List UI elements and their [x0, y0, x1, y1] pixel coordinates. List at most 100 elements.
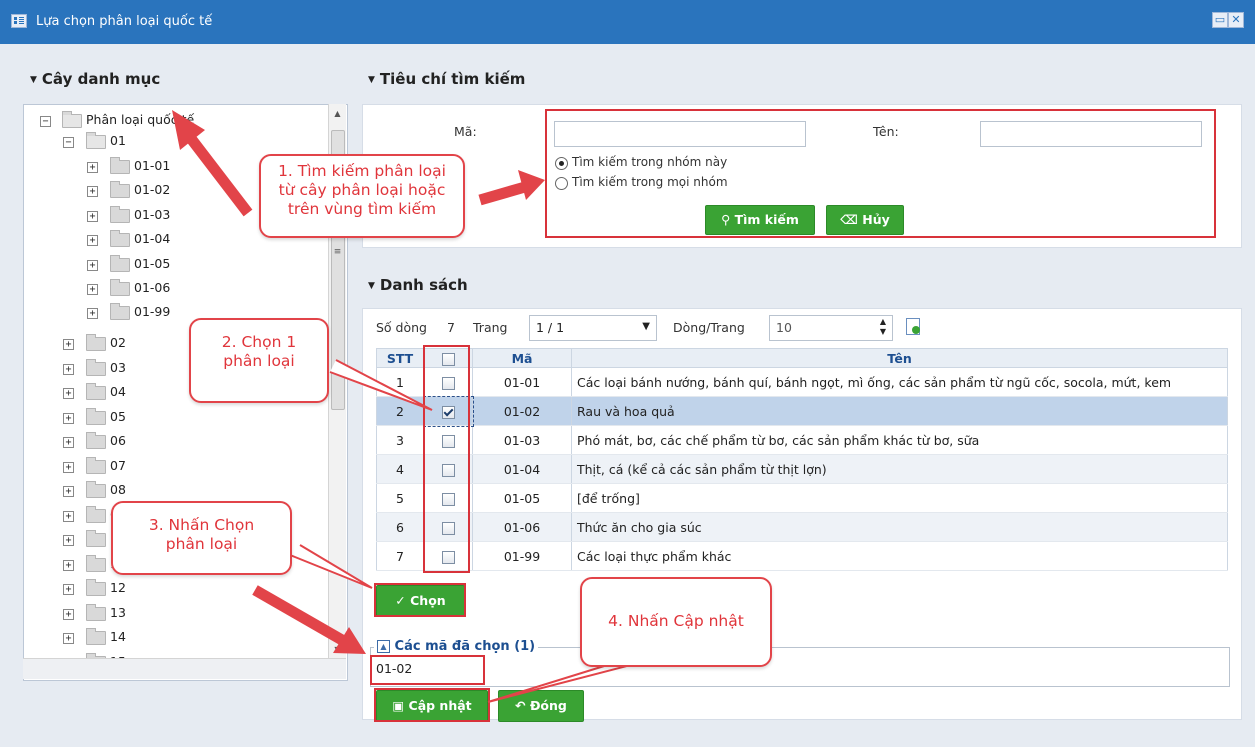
selected-codes-legend[interactable]: ▲ Các mã đã chọn (1): [374, 639, 539, 654]
tree-node-label: 01-99: [134, 304, 171, 320]
tree-node-label: 07: [110, 457, 126, 473]
selected-codes-legend-text: Các mã đã chọn (1): [394, 639, 536, 654]
table-row[interactable]: 6 01-06 Thức ăn cho gia súc: [376, 512, 1228, 542]
tree-node-label: 08: [110, 482, 126, 497]
highlight-selected-code: [370, 655, 485, 685]
cell-name: Thức ăn cho gia súc: [571, 512, 1228, 542]
tree-horizontal-scrollbar[interactable]: [23, 658, 346, 679]
annotation-step2: 2. Chọn 1 phân loại: [189, 318, 329, 403]
close-button[interactable]: ↶ Đóng: [498, 690, 584, 722]
highlight-checkbox-column: [423, 345, 470, 573]
cell-name: Các loại bánh nướng, bánh quí, bánh ngọt…: [571, 367, 1228, 397]
col-header-stt[interactable]: STT: [376, 348, 424, 368]
expand-node-icon[interactable]: +: [63, 486, 74, 497]
collapse-icon[interactable]: ▲: [377, 640, 390, 653]
table-row[interactable]: 1 01-01 Các loại bánh nướng, bánh quí, bán…: [376, 367, 1228, 397]
table-row[interactable]: 7 01-99 Các loại thực phẩm khác: [376, 541, 1228, 571]
annotation-step1-line2: từ cây phân loại hoặc: [278, 181, 446, 199]
scroll-up-icon[interactable]: ▲: [329, 106, 346, 122]
expand-node-icon[interactable]: +: [87, 162, 98, 173]
tree-header[interactable]: ▼ Cây danh mục: [30, 70, 160, 88]
expand-node-icon[interactable]: +: [87, 186, 98, 198]
folder-icon: [110, 181, 130, 199]
tree-node-label: 14: [110, 629, 126, 644]
expand-node-icon[interactable]: +: [63, 633, 74, 644]
collapse-node-icon[interactable]: −: [63, 137, 74, 148]
annotation-step1-line1: 1. Tìm kiếm phân loại: [278, 162, 446, 180]
folder-icon: [86, 579, 106, 596]
cell-stt: 7: [376, 541, 424, 571]
folder-icon: [86, 530, 106, 547]
folder-icon: [110, 303, 130, 321]
table-row[interactable]: 3 01-03 Phó mát, bơ, các chế phẩm từ bơ, c…: [376, 425, 1228, 455]
list-header[interactable]: ▼ Danh sách: [368, 276, 468, 294]
expand-node-icon[interactable]: +: [63, 535, 74, 546]
expand-node-icon[interactable]: +: [63, 559, 74, 571]
folder-icon: [86, 456, 106, 474]
expand-node-icon[interactable]: +: [87, 259, 98, 271]
tree-node-label: 01-04: [134, 231, 171, 247]
table-row[interactable]: 2 01-02 Rau và hoa quả: [376, 395, 1228, 427]
expand-node-icon[interactable]: +: [63, 608, 74, 620]
rows-count-value: 7: [447, 320, 455, 335]
tree-node-label: 06: [110, 433, 126, 448]
search-header[interactable]: ▼ Tiêu chí tìm kiếm: [368, 70, 525, 88]
folder-icon: [86, 383, 106, 400]
expand-node-icon[interactable]: +: [63, 584, 74, 595]
page-label: Trang: [473, 320, 508, 335]
folder-icon: [86, 432, 106, 449]
expand-node-icon[interactable]: +: [87, 235, 98, 247]
undo-icon: ↶: [515, 698, 530, 713]
expand-node-icon[interactable]: +: [63, 388, 74, 399]
annotation-step2-line1: 2. Chọn 1: [221, 333, 297, 351]
tree-node-label: 01-03: [134, 206, 171, 222]
annotation-step4: 4. Nhấn Cập nhật: [580, 577, 772, 667]
annotation-step1-line3: trên vùng tìm kiếm: [287, 200, 437, 218]
highlight-update-button: [374, 688, 490, 722]
cell-stt: 1: [376, 367, 424, 397]
expand-node-icon[interactable]: +: [63, 510, 74, 522]
category-table: STT Mã Tên 1 01-01 Các loại bánh nướng, bá…: [376, 348, 1228, 571]
col-header-name[interactable]: Tên: [571, 348, 1228, 368]
cell-name: [để trống]: [571, 483, 1228, 513]
expand-node-icon[interactable]: +: [63, 339, 74, 350]
tree-node-label: 04: [110, 384, 126, 399]
cell-name: Các loại thực phẩm khác: [571, 541, 1228, 571]
collapse-node-icon[interactable]: −: [40, 116, 51, 127]
expand-node-icon[interactable]: +: [63, 461, 74, 473]
cell-code: 01-02: [472, 396, 572, 426]
export-file-icon[interactable]: [906, 318, 920, 335]
restore-icon[interactable]: ▭: [1212, 12, 1228, 28]
tree-node-label: 01: [110, 133, 126, 148]
expand-node-icon[interactable]: +: [87, 210, 98, 222]
expand-node-icon[interactable]: +: [63, 363, 74, 375]
tree-node-label: 02: [110, 335, 126, 350]
cell-name: Rau và hoa quả: [571, 396, 1228, 426]
cell-stt: 5: [376, 483, 424, 513]
tree-node-label: 01-06: [134, 280, 171, 295]
table-row[interactable]: 5 01-05 [để trống]: [376, 483, 1228, 513]
expand-node-icon[interactable]: +: [63, 437, 74, 448]
cell-code: 01-04: [472, 454, 572, 484]
cell-code: 01-03: [472, 425, 572, 455]
close-icon[interactable]: ✕: [1228, 12, 1244, 28]
per-page-value: 10: [776, 320, 792, 335]
window-title: Lựa chọn phân loại quốc tế: [36, 14, 213, 29]
expand-node-icon[interactable]: +: [87, 308, 98, 320]
scroll-down-icon[interactable]: ▼: [329, 642, 346, 658]
annotation-step2-line2: phân loại: [223, 352, 295, 370]
folder-icon: [110, 254, 130, 272]
folder-icon: [86, 628, 106, 645]
expand-node-icon[interactable]: +: [63, 412, 74, 424]
per-page-stepper[interactable]: 10 ▲ ▼: [769, 315, 893, 341]
page-select[interactable]: 1 / 1 ▼: [529, 315, 657, 341]
folder-icon: [86, 603, 106, 621]
table-row[interactable]: 4 01-04 Thịt, cá (kể cả các sản phẩm từ th…: [376, 454, 1228, 484]
col-header-code[interactable]: Mã: [472, 348, 572, 368]
expand-node-icon[interactable]: +: [87, 284, 98, 295]
folder-icon: [110, 205, 130, 223]
stepper-arrows-icon[interactable]: ▲ ▼: [880, 317, 886, 337]
cell-code: 01-05: [472, 483, 572, 513]
folder-icon: [86, 407, 106, 425]
highlight-choose-button: [374, 583, 466, 617]
